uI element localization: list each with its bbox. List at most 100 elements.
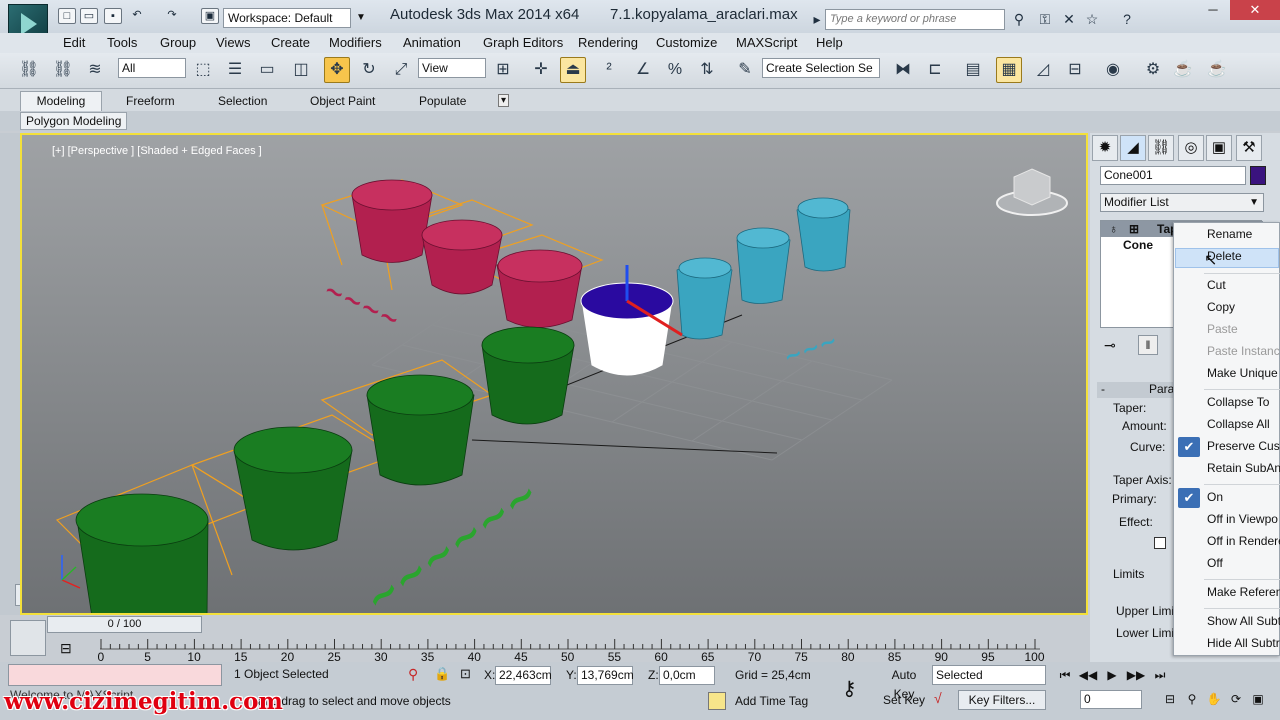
maximize-viewport-icon[interactable]: ▣	[1248, 690, 1268, 708]
select-and-move-icon[interactable]: ✥	[324, 57, 350, 83]
curve-editor-icon[interactable]: ◿	[1030, 57, 1056, 83]
menu-item-preserve-custom[interactable]: Preserve Custo	[1207, 439, 1280, 453]
select-object-icon[interactable]: ⬚	[190, 57, 216, 83]
modifier-list-dropdown[interactable]: Modifier List ▼	[1100, 193, 1264, 212]
bulb-icon[interactable]: ♁	[1109, 221, 1118, 237]
track-bar[interactable]: 0 5 10 15 20 25 30 35 40 45 50 55 60 65 70 75 80 85 90 95 10…	[98, 636, 1045, 664]
menu-item-make-reference[interactable]: Make Referen	[1207, 585, 1280, 599]
menu-item-off[interactable]: Off	[1207, 556, 1223, 570]
isolate-selection-icon[interactable]: ⚲	[408, 666, 418, 683]
show-end-result-icon[interactable]: ‖	[1138, 335, 1158, 355]
y-coordinate-input[interactable]: 13,769cm	[577, 666, 634, 685]
zoom-icon[interactable]: ⚲	[1182, 690, 1202, 708]
lock-selection-icon[interactable]: 🔒	[434, 666, 450, 682]
menu-help[interactable]: Help	[816, 35, 843, 50]
reference-coordinate-dropdown[interactable]: View	[418, 58, 486, 78]
ribbon-options-icon[interactable]: ▾	[498, 94, 510, 107]
maxscript-listener-input[interactable]	[8, 664, 222, 686]
parameters-rollout-header[interactable]: - Para	[1097, 382, 1177, 398]
schematic-view-icon[interactable]: ⊟	[1062, 57, 1088, 83]
menu-item-on[interactable]: On	[1207, 490, 1223, 504]
time-tag-icon[interactable]	[708, 692, 726, 710]
utilities-tab-icon[interactable]: ⚒	[1236, 135, 1262, 161]
chevron-down-icon[interactable]: ▼	[354, 8, 368, 28]
menu-item-make-unique[interactable]: Make Unique	[1207, 366, 1278, 380]
next-frame-icon[interactable]: ▶▶	[1126, 666, 1146, 684]
track-bar-toggle-icon[interactable]: ⊟	[60, 640, 72, 657]
select-by-name-icon[interactable]: ☰	[222, 57, 248, 83]
motion-tab-icon[interactable]: ◎	[1178, 135, 1204, 161]
perspective-viewport[interactable]: ~~~~ ~~~ ~~~~~~ [+] [Perspective] [Shad…	[20, 133, 1088, 615]
communication-icon[interactable]: ✕	[1060, 10, 1078, 28]
undo-icon[interactable]: ↶	[128, 8, 146, 24]
align-icon[interactable]: ⊏	[922, 57, 948, 83]
subscription-icon[interactable]: ⚿	[1036, 10, 1054, 28]
key-filters-button[interactable]: Key Filters...	[958, 690, 1046, 710]
menu-tools[interactable]: Tools	[107, 35, 137, 50]
x-coordinate-input[interactable]: 22,463cm	[495, 666, 552, 685]
menu-group[interactable]: Group	[160, 35, 196, 50]
object-name-input[interactable]: Cone001	[1100, 166, 1246, 185]
previous-frame-icon[interactable]: ◀◀	[1078, 666, 1098, 684]
close-button[interactable]: ✕	[1230, 0, 1280, 20]
select-and-rotate-icon[interactable]: ↻	[356, 57, 382, 83]
modify-tab-icon[interactable]: ◢	[1120, 135, 1146, 161]
select-manipulate-icon[interactable]: ✛	[528, 57, 554, 83]
set-key-button[interactable]: Set Key	[880, 690, 928, 710]
expand-icon[interactable]: ⊞	[1129, 221, 1139, 237]
percent-snap-icon[interactable]: %	[662, 57, 688, 83]
orbit-icon[interactable]: ⟳	[1226, 690, 1246, 708]
tab-object-paint[interactable]: Object Paint	[310, 94, 375, 108]
rendered-frame-icon[interactable]: ☕	[1170, 57, 1196, 83]
menu-edit[interactable]: Edit	[63, 35, 85, 50]
expand-search-icon[interactable]: ▸	[812, 10, 822, 28]
mirror-icon[interactable]: ⧓	[890, 57, 916, 83]
key-icon[interactable]: ⚷	[842, 676, 857, 701]
key-mode-icon[interactable]: √	[934, 690, 942, 706]
menu-views[interactable]: Views	[216, 35, 250, 50]
menu-item-collapse-all[interactable]: Collapse All	[1207, 417, 1270, 431]
menu-item-hide-all-subtree[interactable]: Hide All Subtr	[1207, 636, 1280, 650]
help-icon[interactable]: ?	[1118, 10, 1136, 28]
create-tab-icon[interactable]: ✹	[1092, 135, 1118, 161]
menu-animation[interactable]: Animation	[403, 35, 461, 50]
polygon-modeling-panel[interactable]: Polygon Modeling	[20, 112, 128, 130]
absolute-mode-icon[interactable]: ⊡	[460, 666, 471, 682]
pin-stack-icon[interactable]: ⊸	[1104, 337, 1116, 354]
binoculars-icon[interactable]: ⚲	[1010, 10, 1028, 28]
current-frame-input[interactable]: 0	[1080, 690, 1142, 709]
favorites-star-icon[interactable]: ☆	[1083, 10, 1101, 28]
tab-selection[interactable]: Selection	[218, 94, 267, 108]
menu-modifiers[interactable]: Modifiers	[329, 35, 382, 50]
menu-rendering[interactable]: Rendering	[578, 35, 638, 50]
minimize-button[interactable]: ─	[1196, 0, 1230, 20]
time-slider[interactable]: 0 / 100	[47, 616, 202, 633]
symmetry-checkbox[interactable]	[1154, 537, 1166, 549]
menu-graph-editors[interactable]: Graph Editors	[483, 35, 563, 50]
hierarchy-tab-icon[interactable]: ⛓	[1148, 135, 1174, 161]
menu-maxscript[interactable]: MAXScript	[736, 35, 797, 50]
selected-cone[interactable]	[580, 265, 683, 376]
menu-create[interactable]: Create	[271, 35, 310, 50]
named-selection-dropdown[interactable]: Create Selection Se	[762, 58, 880, 78]
add-time-tag-button[interactable]: Add Time Tag	[735, 694, 808, 708]
menu-item-rename[interactable]: Rename	[1207, 227, 1252, 241]
menu-item-retain-subanims[interactable]: Retain SubAni	[1207, 461, 1280, 475]
menu-item-off-in-viewport[interactable]: Off in Viewpo	[1207, 512, 1278, 526]
window-crossing-icon[interactable]: ◫	[288, 57, 314, 83]
stack-item-cone[interactable]: Cone	[1123, 238, 1153, 252]
spinner-snap-icon[interactable]: ⇅	[694, 57, 720, 83]
menu-item-cut[interactable]: Cut	[1207, 278, 1226, 292]
render-setup-icon[interactable]: ⚙	[1140, 57, 1166, 83]
auto-key-mode-dropdown[interactable]: Selected	[932, 665, 1046, 685]
project-folder-icon[interactable]: ▣	[201, 8, 219, 24]
menu-item-paste[interactable]: Paste	[1207, 322, 1238, 336]
edit-named-selection-icon[interactable]: ✎	[732, 57, 758, 83]
play-icon[interactable]: ▶	[1102, 666, 1122, 684]
tab-populate[interactable]: Populate	[419, 94, 466, 108]
menu-item-collapse-to[interactable]: Collapse To	[1207, 395, 1269, 409]
z-coordinate-input[interactable]: 0,0cm	[659, 666, 715, 685]
view-cube[interactable]	[996, 168, 1068, 216]
auto-key-button[interactable]: Auto Key	[880, 666, 928, 701]
maxscript-mini-listener-icon[interactable]	[10, 620, 46, 656]
